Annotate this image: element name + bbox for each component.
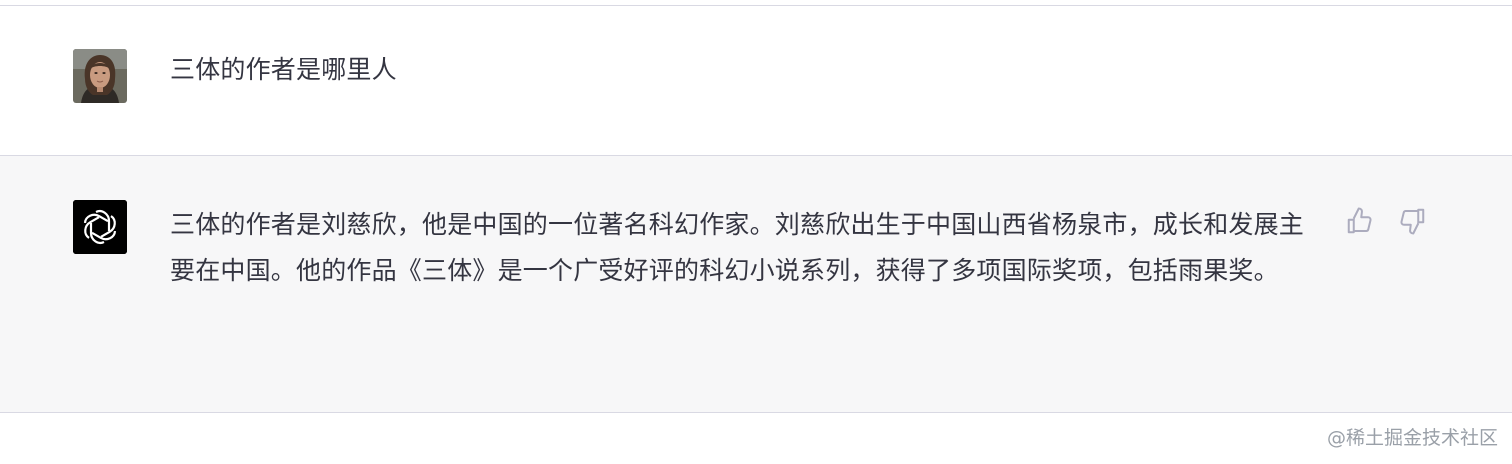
thumbs-down-button[interactable] <box>1397 206 1427 236</box>
thumbs-up-button[interactable] <box>1345 206 1375 236</box>
watermark: @稀土掘金技术社区 <box>1326 427 1498 449</box>
assistant-message: 三体的作者是刘慈欣，他是中国的一位著名科幻作家。刘慈欣出生于中国山西省杨泉市，成… <box>0 156 1512 413</box>
user-avatar <box>73 49 127 103</box>
thumbs-up-icon <box>1347 207 1372 234</box>
user-photo-avatar <box>73 49 127 103</box>
chat-page: 三体的作者是哪里人 三体的作者是刘慈欣，他是中国的一位著名科幻作家。刘慈欣出生于… <box>0 0 1512 464</box>
openai-logo-icon <box>73 200 127 254</box>
user-message-text: 三体的作者是哪里人 <box>170 55 397 84</box>
feedback-buttons <box>1345 206 1427 236</box>
thumbs-down-icon <box>1400 208 1425 235</box>
assistant-message-text: 三体的作者是刘慈欣，他是中国的一位著名科幻作家。刘慈欣出生于中国山西省杨泉市，成… <box>170 210 1305 285</box>
assistant-avatar <box>73 200 127 254</box>
user-message: 三体的作者是哪里人 <box>0 6 1512 156</box>
